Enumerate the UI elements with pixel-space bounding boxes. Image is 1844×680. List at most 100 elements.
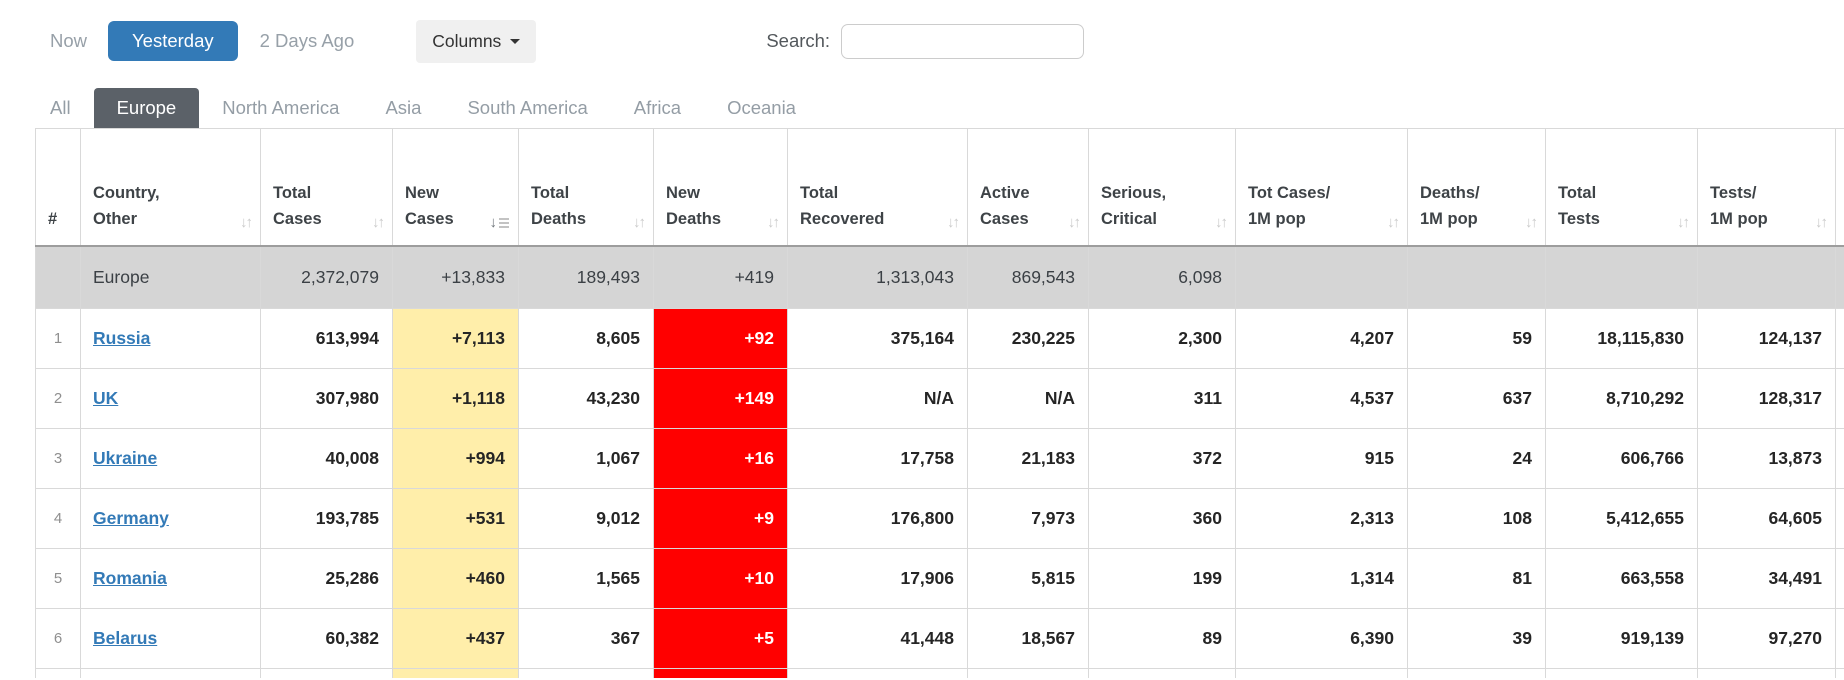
tests-1m-cell: 64,605	[1698, 489, 1836, 549]
country-link[interactable]: Romania	[93, 568, 167, 588]
tab-africa[interactable]: Africa	[611, 88, 704, 128]
new-deaths-cell: +9	[654, 489, 788, 549]
search-area: Search:	[766, 24, 1084, 59]
country-link[interactable]: Germany	[93, 508, 169, 528]
new-deaths-cell: +92	[654, 309, 788, 369]
total-tests-cell: 5,412,655	[1546, 489, 1698, 549]
country-cell: Ukraine	[81, 429, 261, 489]
sort-desc-active-icon: ↓	[490, 216, 510, 232]
sort-updown-icon: ↓↑	[633, 214, 644, 232]
total-deaths-cell: 9,012	[519, 489, 654, 549]
active-cases-cell	[968, 669, 1089, 679]
columns-dropdown-label: Columns	[432, 31, 501, 52]
rank-cell: 2	[36, 369, 81, 429]
active-cases-cell: 21,183	[968, 429, 1089, 489]
sort-updown-icon: ↓↑	[240, 214, 251, 232]
country-link[interactable]: Russia	[93, 328, 150, 348]
col-header-active-cases[interactable]: ActiveCases↓↑	[968, 129, 1089, 246]
total-tests-cell: 18,115,830	[1546, 309, 1698, 369]
col-header-tests-1m[interactable]: Tests/1M pop↓↑	[1698, 129, 1836, 246]
col-header-new-cases[interactable]: NewCases ↓	[393, 129, 519, 246]
country-cell	[81, 669, 261, 679]
total-cases-cell: 60,382	[261, 609, 393, 669]
col-header-label: TotalCases	[273, 180, 322, 232]
new-deaths-cell: +149	[654, 369, 788, 429]
tab-oceania[interactable]: Oceania	[704, 88, 819, 128]
tests-1m-cell: 13,873	[1698, 429, 1836, 489]
new-deaths-cell: +419	[654, 246, 788, 309]
new-cases-cell: +994	[393, 429, 519, 489]
country-cell: Germany	[81, 489, 261, 549]
cases-1m-cell: 2,313	[1236, 489, 1408, 549]
active-cases-cell: 18,567	[968, 609, 1089, 669]
columns-dropdown-button[interactable]: Columns	[416, 20, 536, 63]
col-header-total-deaths[interactable]: TotalDeaths↓↑	[519, 129, 654, 246]
new-cases-cell: +437	[393, 609, 519, 669]
country-link[interactable]: UK	[93, 388, 118, 408]
col-header-total-tests[interactable]: TotalTests↓↑	[1546, 129, 1698, 246]
yesterday-button[interactable]: Yesterday	[108, 21, 238, 61]
total-recovered-cell: 176,800	[788, 489, 968, 549]
total-recovered-cell	[788, 669, 968, 679]
tab-south-america[interactable]: South America	[444, 88, 610, 128]
col-header-label: Tot Cases/1M pop	[1248, 180, 1330, 232]
cases-1m-cell	[1236, 669, 1408, 679]
tab-north-america[interactable]: North America	[199, 88, 362, 128]
total-recovered-cell: 17,758	[788, 429, 968, 489]
rank-cell	[36, 669, 81, 679]
col-header-deaths-1m[interactable]: Deaths/1M pop↓↑	[1408, 129, 1546, 246]
col-header-new-deaths[interactable]: NewDeaths↓↑	[654, 129, 788, 246]
total-deaths-cell	[519, 669, 654, 679]
sort-updown-icon: ↓↑	[947, 214, 958, 232]
total-deaths-cell: 367	[519, 609, 654, 669]
col-header-label: NewCases	[405, 180, 454, 232]
tab-asia[interactable]: Asia	[362, 88, 444, 128]
col-header-label: TotalRecovered	[800, 180, 884, 232]
table-row-partial	[36, 669, 1844, 679]
total-cases-cell: 193,785	[261, 489, 393, 549]
new-cases-cell: +7,113	[393, 309, 519, 369]
col-header-total-recovered[interactable]: TotalRecovered ↓↑	[788, 129, 968, 246]
table-header-row: #Country,Other↓↑TotalCases↓↑NewCases↓Tot…	[36, 129, 1844, 246]
cases-1m-cell: 6,390	[1236, 609, 1408, 669]
cases-1m-cell: 1,314	[1236, 549, 1408, 609]
sort-updown-icon: ↓↑	[767, 214, 778, 232]
total-deaths-cell: 1,565	[519, 549, 654, 609]
total-deaths-cell: 8,605	[519, 309, 654, 369]
new-cases-cell: +13,833	[393, 246, 519, 309]
total-tests-cell: 606,766	[1546, 429, 1698, 489]
col-header-country[interactable]: Country,Other↓↑	[81, 129, 261, 246]
cases-1m-cell	[1236, 246, 1408, 309]
col-header-cases-1m[interactable]: Tot Cases/1M pop↓↑	[1236, 129, 1408, 246]
active-cases-cell: 5,815	[968, 549, 1089, 609]
continent-tabs: AllEuropeNorth AmericaAsiaSouth AmericaA…	[27, 88, 1844, 128]
search-label: Search:	[766, 30, 830, 52]
new-deaths-cell: +16	[654, 429, 788, 489]
covid-table-container: #Country,Other↓↑TotalCases↓↑NewCases↓Tot…	[35, 128, 1844, 678]
two-days-ago-button[interactable]: 2 Days Ago	[260, 30, 355, 52]
country-link[interactable]: Ukraine	[93, 448, 157, 468]
total-cases-cell	[261, 669, 393, 679]
cutoff-cell	[1836, 246, 1844, 309]
tests-1m-cell: 34,491	[1698, 549, 1836, 609]
total-tests-cell: 8,710,292	[1546, 369, 1698, 429]
new-deaths-cell: +10	[654, 549, 788, 609]
search-input[interactable]	[841, 24, 1084, 59]
rank-cell: 5	[36, 549, 81, 609]
tab-all[interactable]: All	[27, 88, 94, 128]
tab-europe[interactable]: Europe	[94, 88, 200, 128]
total-tests-cell	[1546, 669, 1698, 679]
country-cell: Belarus	[81, 609, 261, 669]
col-header-total-cases[interactable]: TotalCases↓↑	[261, 129, 393, 246]
new-cases-cell: +460	[393, 549, 519, 609]
total-cases-cell: 307,980	[261, 369, 393, 429]
col-header-serious-critical[interactable]: Serious,Critical↓↑	[1089, 129, 1236, 246]
col-header-cutoff	[1836, 129, 1844, 246]
now-button[interactable]: Now	[50, 30, 87, 52]
deaths-1m-cell: 24	[1408, 429, 1546, 489]
rank-cell: 4	[36, 489, 81, 549]
country-link[interactable]: Belarus	[93, 628, 157, 648]
rank-cell	[36, 246, 81, 309]
table-row: 1Russia613,994+7,1138,605+92375,164230,2…	[36, 309, 1844, 369]
cutoff-cell	[1836, 669, 1844, 679]
